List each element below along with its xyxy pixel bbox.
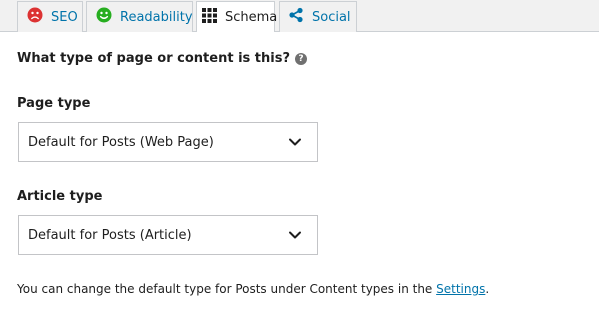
tab-readability[interactable]: Readability <box>86 1 193 32</box>
tab-readability-label: Readability <box>120 9 193 25</box>
help-icon[interactable]: ? <box>295 52 307 65</box>
question-text: What type of page or content is this? <box>17 51 290 66</box>
note-text: You can change the default type for Post… <box>17 282 437 296</box>
chevron-down-icon <box>289 231 301 239</box>
tab-schema-label: Schema <box>225 10 278 25</box>
happy-face-icon <box>96 7 112 27</box>
sad-face-icon <box>27 7 43 27</box>
tab-seo[interactable]: SEO <box>17 1 83 32</box>
grid-icon <box>202 8 217 27</box>
content-type-question: What type of page or content is this? ? <box>17 51 307 66</box>
article-type-label: Article type <box>17 189 103 204</box>
article-type-value: Default for Posts (Article) <box>28 227 192 243</box>
settings-link[interactable]: Settings <box>436 282 485 296</box>
page-type-select[interactable]: Default for Posts (Web Page) <box>18 122 318 162</box>
chevron-down-icon <box>289 138 301 146</box>
default-type-note: You can change the default type for Post… <box>17 282 489 296</box>
article-type-select[interactable]: Default for Posts (Article) <box>18 215 318 255</box>
share-icon <box>288 7 304 27</box>
tab-social[interactable]: Social <box>279 1 357 32</box>
note-suffix: . <box>485 282 490 296</box>
tab-social-label: Social <box>312 9 351 25</box>
tab-seo-label: SEO <box>51 9 78 25</box>
metabox-tab-bar: SEO Readability Schema Social <box>0 0 599 33</box>
page-type-value: Default for Posts (Web Page) <box>28 134 214 150</box>
tab-schema[interactable]: Schema <box>196 1 278 33</box>
page-type-label: Page type <box>17 96 91 111</box>
